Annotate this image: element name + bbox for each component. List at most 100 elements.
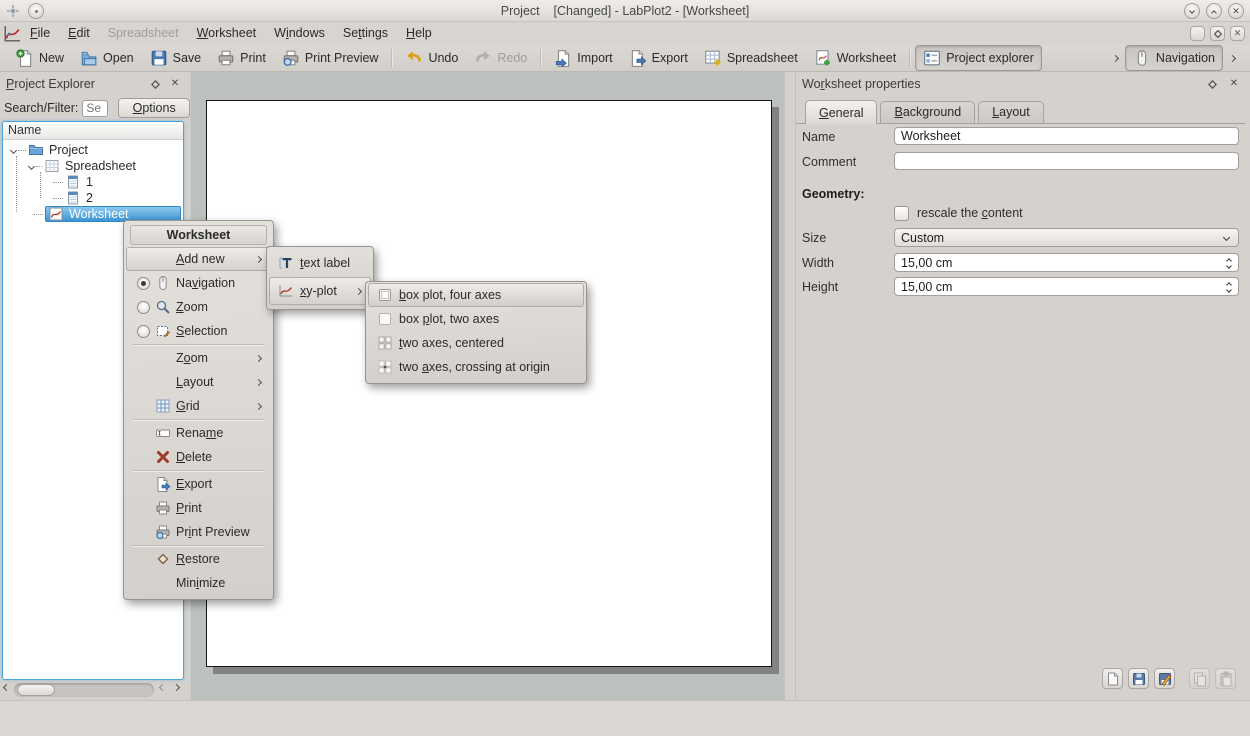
tree-column-header[interactable]: Name [3,122,183,140]
rename-icon [155,425,171,441]
toolbar-separator [391,49,392,67]
redo-button[interactable]: Redo [466,45,535,71]
properties-tabbar: General Background Layout [796,100,1245,124]
search-input[interactable] [82,100,108,117]
save-button[interactable]: Save [142,45,210,71]
spreadsheet-button[interactable]: Spreadsheet [696,45,806,71]
copy-button[interactable] [1189,668,1210,689]
menu-windows[interactable]: Windows [265,22,334,45]
menu-item-selection-mode[interactable]: Selection [126,319,271,343]
load-template-button[interactable] [1102,668,1123,689]
expander-icon[interactable] [28,162,35,169]
close-panel-button[interactable]: ✕ [168,77,182,91]
child-restore-button[interactable] [1210,26,1225,41]
float-panel-button[interactable] [148,77,162,91]
expander-icon[interactable] [10,146,17,153]
menu-item-text-label[interactable]: text label [269,249,371,277]
options-button[interactable]: Options [118,98,190,118]
radio-icon [137,325,150,338]
open-icon [80,49,98,67]
toolbar-separator [909,49,910,67]
scroll-left-icon[interactable] [159,684,166,691]
toolbar-overflow-icon[interactable] [1229,54,1236,61]
new-icon [16,49,34,67]
tab-background[interactable]: Background [880,101,975,123]
tab-layout[interactable]: Layout [978,101,1044,123]
import-button[interactable]: Import [546,45,620,71]
undo-button[interactable]: Undo [397,45,466,71]
float-icon [1208,80,1217,89]
label: Navigation [1156,51,1215,65]
scrollbar-track[interactable] [14,683,154,697]
menu-item-two-axes-centered[interactable]: two axes, centered [368,331,584,355]
menu-edit[interactable]: Edit [59,22,99,45]
edit-template-button[interactable] [1154,668,1175,689]
menu-item-export[interactable]: Export [126,472,271,496]
width-spinbox[interactable]: 15,00 cm [894,253,1239,272]
menu-item-delete[interactable]: Delete [126,445,271,469]
delete-icon [155,449,171,465]
comment-input[interactable] [894,152,1239,170]
worksheet-button[interactable]: Worksheet [806,45,905,71]
menu-separator [132,545,265,546]
menu-item-layout[interactable]: Layout [126,370,271,394]
menu-item-rename[interactable]: Rename [126,421,271,445]
menu-worksheet[interactable]: Worksheet [188,22,266,45]
rescale-content-checkbox[interactable] [894,206,909,221]
menu-item-two-axes-crossing[interactable]: two axes, crossing at origin [368,355,584,379]
paste-button[interactable] [1215,668,1236,689]
tree-item-column-1[interactable]: 1 [3,174,183,190]
minimize-button[interactable] [1184,3,1200,19]
maximize-button[interactable] [1206,3,1222,19]
float-panel-button[interactable] [1205,77,1219,91]
document-icon [1105,671,1121,687]
menu-item-navigation[interactable]: Navigation [126,271,271,295]
scrollbar-thumb[interactable] [17,684,55,696]
menu-item-box-plot-four-axes[interactable]: box plot, four axes [368,283,584,307]
print-icon [217,49,235,67]
navigation-mode-button[interactable]: Navigation [1125,45,1223,71]
menu-separator [132,470,265,471]
save-template-button[interactable] [1128,668,1149,689]
menu-item-box-plot-two-axes[interactable]: box plot, two axes [368,307,584,331]
chevron-down-icon [1223,234,1230,241]
child-minimize-button[interactable] [1190,26,1205,41]
menu-item-grid[interactable]: Grid [126,394,271,418]
menu-item-restore[interactable]: Restore [126,547,271,571]
menu-settings[interactable]: Settings [334,22,397,45]
menu-help[interactable]: Help [397,22,441,45]
menu-item-minimize[interactable]: Minimize [126,571,271,595]
close-panel-button[interactable]: ✕ [1227,77,1241,91]
spin-arrows-icon[interactable] [1227,257,1231,268]
open-button[interactable]: Open [72,45,142,71]
tree-item-project[interactable]: Project [3,142,183,158]
toolbar-overflow-icon[interactable] [1112,54,1119,61]
print-button[interactable]: Print [209,45,274,71]
size-label: Size [802,231,826,245]
menu-file[interactable]: File [21,22,59,45]
new-button[interactable]: New [8,45,72,71]
add-new-submenu: text label xy-plot [266,246,374,310]
scroll-right-icon[interactable] [173,684,180,691]
menu-item-print[interactable]: Print [126,496,271,520]
tab-general[interactable]: General [805,100,877,124]
project-explorer-toggle-button[interactable]: Project explorer [915,45,1042,71]
menu-item-xy-plot[interactable]: xy-plot [269,277,371,305]
spin-arrows-icon[interactable] [1227,281,1231,292]
menu-item-add-new[interactable]: Add new [126,247,271,271]
size-combobox[interactable]: Custom [894,228,1239,247]
name-input[interactable] [894,127,1239,145]
print-preview-button[interactable]: Print Preview [274,45,387,71]
tree-item-column-2[interactable]: 2 [3,190,183,206]
export-button[interactable]: Export [621,45,696,71]
tree-item-spreadsheet[interactable]: Spreadsheet [3,158,183,174]
scroll-left-icon[interactable] [3,684,10,691]
close-button[interactable]: ✕ [1228,3,1244,19]
save-icon [150,49,168,67]
height-spinbox[interactable]: 15,00 cm [894,277,1239,296]
menu-item-zoom[interactable]: Zoom [126,346,271,370]
menu-item-print-preview[interactable]: Print Preview [126,520,271,544]
redo-icon [474,49,492,67]
child-close-button[interactable]: ✕ [1230,26,1245,41]
menu-item-zoom-mode[interactable]: Zoom [126,295,271,319]
